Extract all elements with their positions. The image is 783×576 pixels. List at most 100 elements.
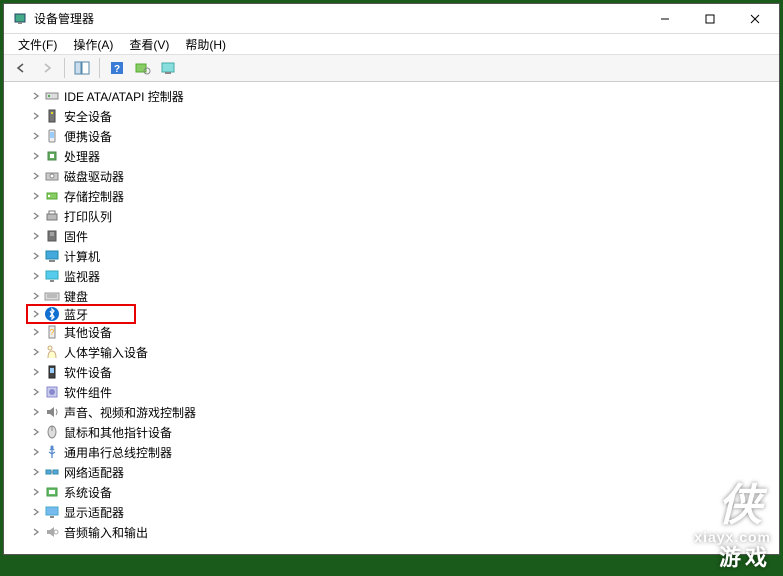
- chevron-right-icon[interactable]: [30, 366, 42, 378]
- chevron-right-icon[interactable]: [30, 270, 42, 282]
- menu-help[interactable]: 帮助(H): [177, 35, 234, 54]
- tree-node[interactable]: 处理器: [28, 146, 779, 166]
- chevron-right-icon[interactable]: [30, 190, 42, 202]
- chevron-right-icon[interactable]: [30, 308, 42, 320]
- softdev-icon: [44, 364, 60, 380]
- details-button[interactable]: [71, 57, 93, 79]
- titlebar[interactable]: 设备管理器: [4, 4, 779, 34]
- tree-node[interactable]: 人体学输入设备: [28, 342, 779, 362]
- tree-node[interactable]: 存储控制器: [28, 186, 779, 206]
- tree-node-label: 显示适配器: [64, 504, 124, 521]
- forward-button[interactable]: [36, 57, 58, 79]
- tree-node-label: 软件设备: [64, 364, 112, 381]
- chevron-right-icon[interactable]: [30, 386, 42, 398]
- chevron-right-icon[interactable]: [30, 426, 42, 438]
- device-tree: IDE ATA/ATAPI 控制器安全设备便携设备处理器磁盘驱动器存储控制器打印…: [4, 82, 779, 546]
- chevron-right-icon[interactable]: [30, 446, 42, 458]
- tree-node[interactable]: 显示适配器: [28, 502, 779, 522]
- usb-icon: [44, 444, 60, 460]
- tree-node[interactable]: 系统设备: [28, 482, 779, 502]
- svg-text:?: ?: [50, 328, 55, 337]
- help-button[interactable]: ?: [106, 57, 128, 79]
- tree-node[interactable]: 键盘: [28, 286, 779, 306]
- tree-node-label: 人体学输入设备: [64, 344, 148, 361]
- tree-node[interactable]: 便携设备: [28, 126, 779, 146]
- tree-node-label: IDE ATA/ATAPI 控制器: [64, 88, 184, 105]
- tree-node-label: 安全设备: [64, 108, 112, 125]
- tree-node[interactable]: 网络适配器: [28, 462, 779, 482]
- tree-node[interactable]: 软件设备: [28, 362, 779, 382]
- soundio-icon: [44, 524, 60, 540]
- back-button[interactable]: [10, 57, 32, 79]
- tree-node[interactable]: 蓝牙: [26, 304, 136, 324]
- menu-file[interactable]: 文件(F): [10, 35, 65, 54]
- chevron-right-icon[interactable]: [30, 170, 42, 182]
- tree-node[interactable]: 安全设备: [28, 106, 779, 126]
- disk-icon: [44, 168, 60, 184]
- tree-node-label: 音频输入和输出: [64, 524, 148, 541]
- chevron-right-icon[interactable]: [30, 230, 42, 242]
- tree-node-label: 处理器: [64, 148, 100, 165]
- computer-icon: [44, 248, 60, 264]
- tree-node-label: 固件: [64, 228, 88, 245]
- window-controls: [642, 4, 777, 33]
- chevron-right-icon[interactable]: [30, 526, 42, 538]
- security-icon: [44, 108, 60, 124]
- network-icon: [44, 464, 60, 480]
- chevron-right-icon[interactable]: [30, 486, 42, 498]
- chevron-right-icon[interactable]: [30, 466, 42, 478]
- chevron-right-icon[interactable]: [30, 150, 42, 162]
- tree-node-label: 蓝牙: [64, 306, 88, 323]
- ide-icon: [44, 88, 60, 104]
- chevron-right-icon[interactable]: [30, 326, 42, 338]
- tree-content[interactable]: IDE ATA/ATAPI 控制器安全设备便携设备处理器磁盘驱动器存储控制器打印…: [4, 82, 779, 554]
- tree-node[interactable]: 固件: [28, 226, 779, 246]
- tree-node[interactable]: 磁盘驱动器: [28, 166, 779, 186]
- close-button[interactable]: [732, 4, 777, 33]
- tree-node-label: 监视器: [64, 268, 100, 285]
- tree-node[interactable]: 鼠标和其他指针设备: [28, 422, 779, 442]
- storage-icon: [44, 188, 60, 204]
- scan-button[interactable]: [132, 57, 154, 79]
- tree-node[interactable]: 声音、视频和游戏控制器: [28, 402, 779, 422]
- chevron-right-icon[interactable]: [30, 210, 42, 222]
- tree-node[interactable]: 软件组件: [28, 382, 779, 402]
- menubar: 文件(F) 操作(A) 查看(V) 帮助(H): [4, 34, 779, 54]
- maximize-button[interactable]: [687, 4, 732, 33]
- chevron-right-icon[interactable]: [30, 406, 42, 418]
- tree-node[interactable]: 监视器: [28, 266, 779, 286]
- tree-node-label: 软件组件: [64, 384, 112, 401]
- chevron-right-icon[interactable]: [30, 290, 42, 302]
- chevron-right-icon[interactable]: [30, 346, 42, 358]
- minimize-button[interactable]: [642, 4, 687, 33]
- tree-node[interactable]: ?其他设备: [28, 322, 779, 342]
- menu-view[interactable]: 查看(V): [121, 35, 177, 54]
- chevron-right-icon[interactable]: [30, 90, 42, 102]
- tree-node[interactable]: 通用串行总线控制器: [28, 442, 779, 462]
- chevron-right-icon[interactable]: [30, 506, 42, 518]
- other-icon: ?: [44, 324, 60, 340]
- tree-node[interactable]: 计算机: [28, 246, 779, 266]
- chevron-right-icon[interactable]: [30, 250, 42, 262]
- app-icon: [12, 11, 28, 27]
- window-title: 设备管理器: [34, 10, 642, 27]
- firmware-icon: [44, 228, 60, 244]
- chevron-right-icon[interactable]: [30, 110, 42, 122]
- portable-icon: [44, 128, 60, 144]
- toolbar: ?: [4, 54, 779, 82]
- tree-node-label: 鼠标和其他指针设备: [64, 424, 172, 441]
- printer-icon: [44, 208, 60, 224]
- tree-node-label: 通用串行总线控制器: [64, 444, 172, 461]
- show-hidden-button[interactable]: [158, 57, 180, 79]
- mouse-icon: [44, 424, 60, 440]
- system-icon: [44, 484, 60, 500]
- svg-text:?: ?: [114, 64, 120, 75]
- chevron-right-icon[interactable]: [30, 130, 42, 142]
- tree-node-label: 磁盘驱动器: [64, 168, 124, 185]
- tree-node[interactable]: 打印队列: [28, 206, 779, 226]
- tree-node[interactable]: 音频输入和输出: [28, 522, 779, 542]
- hid-icon: [44, 344, 60, 360]
- tree-node[interactable]: IDE ATA/ATAPI 控制器: [28, 86, 779, 106]
- menu-action[interactable]: 操作(A): [65, 35, 121, 54]
- device-manager-window: 设备管理器 文件(F) 操作(A) 查看(V) 帮助(H) ? IDE ATA/…: [3, 3, 780, 555]
